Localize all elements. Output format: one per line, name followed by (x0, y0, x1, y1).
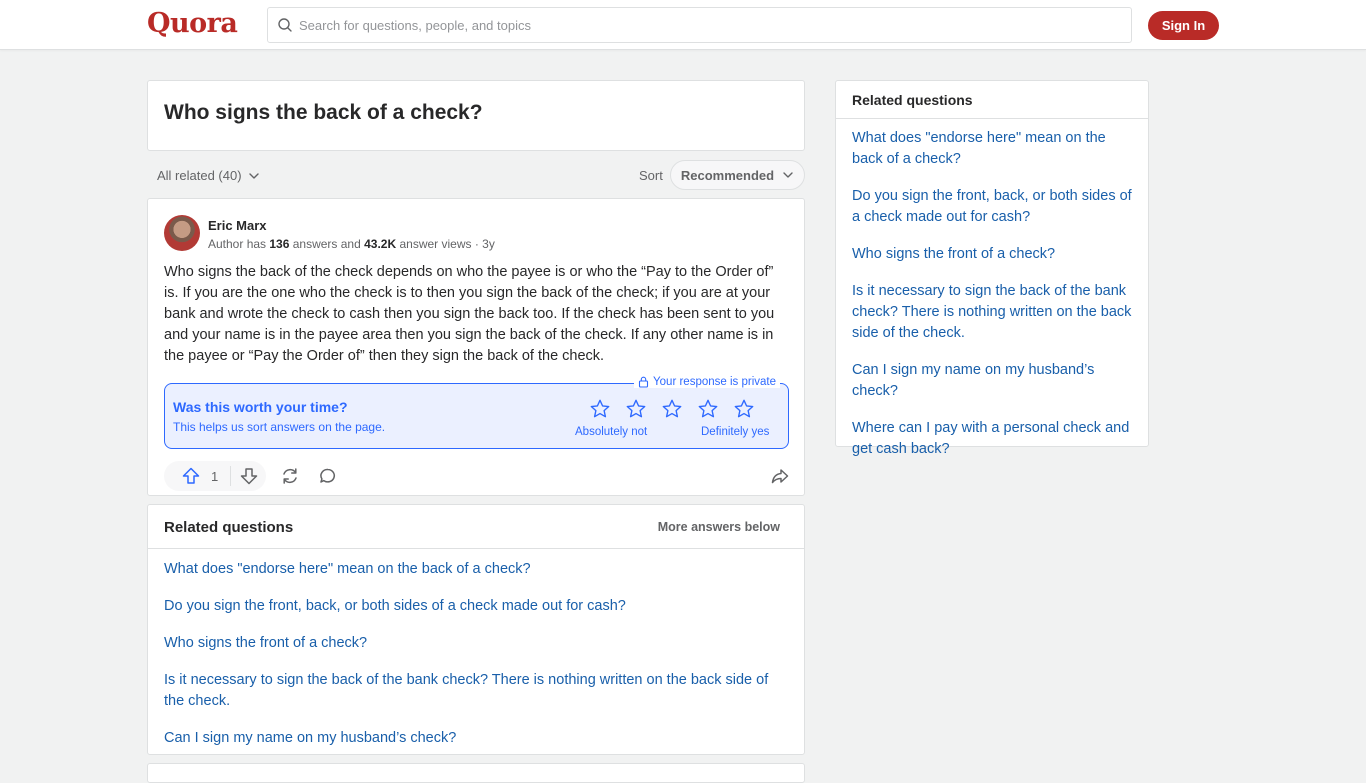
rating-low-label: Absolutely not (575, 426, 648, 438)
sidebar-question-link[interactable]: What does "endorse here" mean on the bac… (852, 128, 1132, 170)
rating-high-label: Definitely yes (701, 426, 770, 438)
survey-title: Was this worth your time? (173, 399, 348, 415)
search-input[interactable] (299, 17, 1099, 33)
related-questions-card: Related questions More answers below Wha… (147, 504, 805, 755)
chevron-down-icon (783, 172, 793, 178)
question-card: Who signs the back of a check? (147, 80, 805, 151)
chevron-down-icon (248, 172, 259, 179)
upvote-icon (182, 467, 200, 484)
related-question-link[interactable]: Do you sign the front, back, or both sid… (164, 596, 788, 617)
sort-dropdown[interactable]: Recommended (670, 160, 805, 190)
all-related-dropdown[interactable]: All related (40) (157, 168, 260, 183)
rating-stars (589, 398, 755, 420)
more-answers-below: More answers below (657, 520, 780, 534)
search-bar[interactable] (267, 7, 1132, 43)
related-title: Related questions (164, 519, 294, 536)
sidebar-related-list: What does "endorse here" mean on the bac… (836, 119, 1148, 460)
sign-in-button[interactable]: Sign In (1148, 11, 1219, 40)
sidebar-question-link[interactable]: Who signs the front of a check? (852, 244, 1132, 265)
related-header: Related questions More answers below (148, 505, 804, 549)
question-title: Who signs the back of a check? (164, 101, 483, 124)
related-list: What does "endorse here" mean on the bac… (148, 549, 804, 749)
related-question-link[interactable]: Is it necessary to sign the back of the … (164, 670, 788, 712)
upvote-button[interactable] (164, 461, 201, 491)
lock-icon (638, 376, 649, 388)
sidebar-question-link[interactable]: Can I sign my name on my husband’s check… (852, 360, 1132, 402)
author-meta: Author has 136 answers and 43.2K answer … (208, 237, 495, 251)
private-label: Your response is private (653, 376, 776, 388)
author-name[interactable]: Eric Marx (208, 218, 267, 233)
related-question-link[interactable]: What does "endorse here" mean on the bac… (164, 559, 788, 580)
sidebar-related-header: Related questions (836, 81, 1148, 119)
answers-count: 136 (269, 237, 290, 251)
answer-card: Eric Marx Author has 136 answers and 43.… (147, 198, 805, 496)
avatar[interactable] (164, 215, 200, 251)
author-meta-prefix: Author has (208, 237, 270, 251)
author-meta-suffix: answer views · 3y (396, 237, 495, 251)
star-icon[interactable] (589, 398, 611, 420)
sort-value: Recommended (680, 167, 775, 183)
downvote-icon (240, 468, 257, 485)
related-question-link[interactable]: Can I sign my name on my husband’s check… (164, 728, 788, 749)
quora-logo[interactable]: Quora (147, 8, 238, 39)
top-header: Quora Sign In (0, 0, 1366, 50)
next-answer-card (147, 763, 805, 783)
all-related-label: All related (40) (157, 168, 242, 183)
views-count: 43.2K (364, 237, 397, 251)
star-icon[interactable] (661, 398, 683, 420)
related-question-link[interactable]: Who signs the front of a check? (164, 633, 788, 654)
author-meta-mid: answers and (289, 237, 365, 251)
upvote-count: 1 (211, 468, 219, 484)
search-icon (278, 18, 292, 32)
reshare-icon[interactable] (280, 466, 300, 486)
answer-actions: 1 (164, 461, 790, 491)
star-icon[interactable] (625, 398, 647, 420)
answer-text: Who signs the back of the check depends … (164, 264, 775, 364)
filter-row: All related (40) Sort Recommended (147, 160, 805, 190)
sidebar-related-title: Related questions (852, 92, 973, 108)
share-icon[interactable] (770, 466, 790, 486)
private-notice: Your response is private (634, 376, 780, 388)
sidebar-question-link[interactable]: Do you sign the front, back, or both sid… (852, 186, 1132, 228)
star-icon[interactable] (733, 398, 755, 420)
feedback-survey: Your response is private Was this worth … (164, 376, 789, 449)
sidebar-related-card: Related questions What does "endorse her… (835, 80, 1149, 457)
downvote-button[interactable] (231, 461, 266, 491)
sidebar-question-link[interactable]: Is it necessary to sign the back of the … (852, 281, 1132, 344)
survey-subtitle: This helps us sort answers on the page. (173, 420, 386, 434)
sort-label: Sort (639, 168, 663, 183)
vote-group: 1 (164, 461, 266, 491)
star-icon[interactable] (697, 398, 719, 420)
sidebar-question-link[interactable]: Where can I pay with a personal check an… (852, 418, 1132, 460)
comment-icon[interactable] (318, 466, 338, 486)
